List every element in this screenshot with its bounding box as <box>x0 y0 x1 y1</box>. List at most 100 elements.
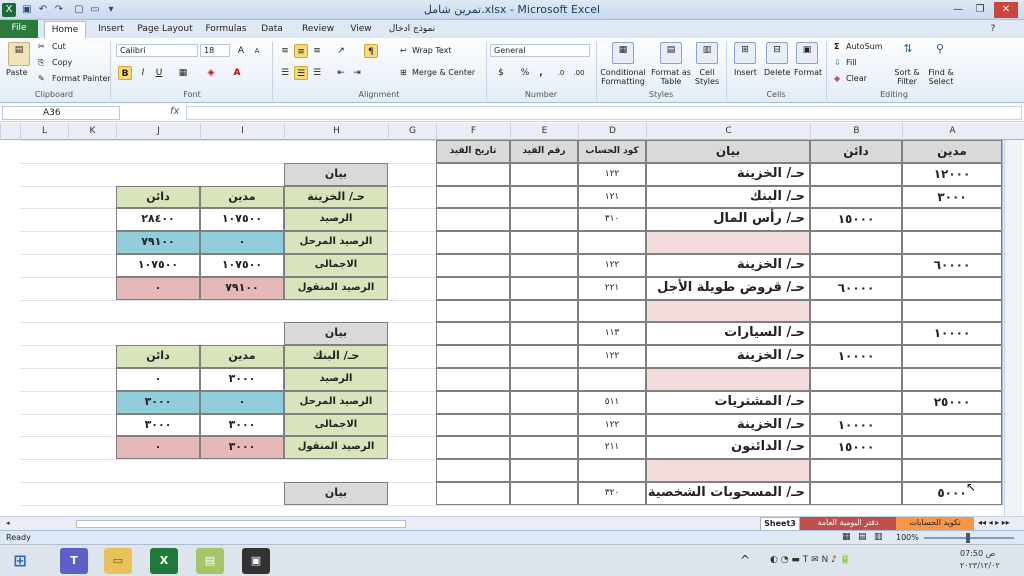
journal-debit[interactable]: ١٠٠٠٠ <box>902 322 1002 346</box>
journal-credit[interactable] <box>810 231 902 254</box>
journal-entry-number[interactable] <box>510 208 578 232</box>
ledger-debit-header[interactable]: مدين <box>200 345 284 368</box>
ledger-credit-value[interactable]: ٠ <box>116 436 200 460</box>
journal-credit[interactable]: ١٥٠٠٠ <box>810 436 902 460</box>
journal-account-code[interactable] <box>578 299 646 323</box>
journal-entry-date[interactable] <box>436 162 510 186</box>
column-header[interactable]: A <box>902 123 1002 140</box>
tab-file[interactable]: File <box>0 20 38 38</box>
name-box[interactable]: A36 <box>2 106 120 120</box>
ledger-credit-value[interactable]: ٧٩١٠٠ <box>116 231 200 254</box>
ledger-credit-value[interactable]: ٠ <box>116 368 200 391</box>
ledger-credit-value[interactable]: ٣٠٠٠ <box>116 390 200 414</box>
tab-data[interactable]: Data <box>256 21 288 38</box>
scroll-left-icon[interactable]: ◂ <box>6 519 12 529</box>
sheet-tab[interactable]: دفتر اليومية العامة <box>800 517 896 531</box>
cut-button[interactable]: Cut <box>52 42 66 51</box>
journal-account-code[interactable]: ٣٢٠ <box>578 482 646 505</box>
ledger-row-label[interactable]: الرصيد المرحل <box>284 231 388 254</box>
journal-credit[interactable] <box>810 299 902 323</box>
journal-credit[interactable] <box>810 390 902 414</box>
journal-debit[interactable]: ٦٠٠٠٠ <box>902 254 1002 277</box>
cut-icon[interactable]: ✂ <box>38 42 45 51</box>
journal-entry-date[interactable] <box>436 254 510 277</box>
column-header[interactable]: L <box>20 123 68 140</box>
journal-entry-number[interactable] <box>510 390 578 414</box>
journal-entry-number[interactable] <box>510 231 578 254</box>
journal-entry-date[interactable] <box>436 368 510 391</box>
copy-icon[interactable]: ⎘ <box>38 58 44 68</box>
journal-account-code[interactable]: ١١٣ <box>578 322 646 346</box>
vertical-scrollbar[interactable] <box>1004 140 1022 516</box>
tray-icons[interactable]: ◐ ◔ ▬ T ✉ N ♪ 🔋 <box>770 555 851 565</box>
journal-description[interactable]: حـ/ الخزينة <box>646 345 810 368</box>
autosum-button[interactable]: AutoSum <box>846 42 883 51</box>
increase-indent-icon[interactable]: ⇥ <box>350 66 364 80</box>
sheet-tab[interactable]: Sheet3 <box>760 517 800 531</box>
wrap-text-icon[interactable]: ↩ <box>400 46 407 55</box>
ledger-title[interactable]: بيان <box>284 162 388 186</box>
journal-debit[interactable] <box>902 299 1002 323</box>
conditional-formatting-icon[interactable]: ▦ <box>612 42 634 64</box>
journal-debit[interactable] <box>902 436 1002 460</box>
sort-filter-icon[interactable]: ⇅ <box>898 42 918 64</box>
journal-description[interactable]: حـ/ رأس المال <box>646 208 810 232</box>
column-header[interactable]: D <box>578 123 646 140</box>
journal-entry-date[interactable] <box>436 231 510 254</box>
close-button[interactable]: ✕ <box>994 2 1018 18</box>
journal-debit[interactable] <box>902 459 1002 482</box>
ledger-credit-header[interactable]: دائن <box>116 185 200 209</box>
ledger-debit-value[interactable]: ٠ <box>200 231 284 254</box>
align-top-icon[interactable]: ≡ <box>278 44 292 58</box>
cell-styles-button[interactable]: Cell Styles <box>692 68 722 86</box>
journal-credit[interactable] <box>810 459 902 482</box>
journal-description[interactable]: حـ/ السيارات <box>646 322 810 346</box>
journal-description[interactable]: حـ/ الخزينة <box>646 162 810 186</box>
font-size-select[interactable]: 18 <box>200 44 230 57</box>
italic-button[interactable]: I <box>136 66 150 80</box>
conditional-formatting-button[interactable]: Conditional Formatting <box>600 68 646 86</box>
maximize-button[interactable]: ❐ <box>972 2 988 18</box>
ledger-row-label[interactable]: الرصيد المرحل <box>284 390 388 414</box>
journal-description[interactable]: حـ/ البنك <box>646 185 810 209</box>
journal-entry-number[interactable] <box>510 368 578 391</box>
format-painter-button[interactable]: Format Painter <box>52 74 111 83</box>
journal-account-code[interactable]: ٣١٠ <box>578 208 646 232</box>
decrease-decimal-icon[interactable]: .00 <box>572 66 586 80</box>
journal-description[interactable] <box>646 231 810 254</box>
journal-header[interactable]: بيان <box>646 140 810 163</box>
ledger-row-label[interactable]: الرصيد المنقول <box>284 276 388 300</box>
ledger-row-label[interactable]: الاجمالى <box>284 254 388 277</box>
fill-color-icon[interactable]: ◈ <box>204 66 218 80</box>
decrease-indent-icon[interactable]: ⇤ <box>334 66 348 80</box>
tab-formulas[interactable]: Formulas <box>202 21 250 38</box>
column-header[interactable]: H <box>284 123 388 140</box>
ledger-debit-value[interactable]: ٣٠٠٠ <box>200 413 284 437</box>
journal-debit[interactable] <box>902 208 1002 232</box>
journal-header[interactable]: مدين <box>902 140 1002 163</box>
insert-function-icon[interactable]: fx <box>170 106 179 117</box>
tab-review[interactable]: Review <box>298 21 338 38</box>
grow-font-icon[interactable]: A <box>234 44 248 58</box>
journal-description[interactable] <box>646 299 810 323</box>
clear-button[interactable]: Clear <box>846 74 867 83</box>
journal-entry-date[interactable] <box>436 390 510 414</box>
ledger-row-label[interactable]: الرصيد <box>284 208 388 232</box>
journal-account-code[interactable]: ١٢٢ <box>578 162 646 186</box>
journal-account-code[interactable]: ٢٢١ <box>578 276 646 300</box>
journal-entry-number[interactable] <box>510 482 578 505</box>
journal-account-code[interactable] <box>578 459 646 482</box>
app-taskbar-icon[interactable]: ▤ <box>196 548 224 574</box>
journal-description[interactable] <box>646 459 810 482</box>
delete-cells-button[interactable]: Delete <box>764 68 790 77</box>
ledger-credit-header[interactable]: دائن <box>116 345 200 368</box>
ledger-debit-value[interactable]: ١٠٧٥٠٠ <box>200 208 284 232</box>
zoom-level[interactable]: 100% <box>896 533 919 542</box>
ledger-account[interactable]: حـ/ الخزينة <box>284 185 388 209</box>
zoom-slider-thumb[interactable] <box>966 533 970 543</box>
tray-expand-icon[interactable]: ^ <box>740 553 750 567</box>
journal-entry-number[interactable] <box>510 345 578 368</box>
journal-description[interactable]: حـ/ قروض طويلة الأجل <box>646 276 810 300</box>
journal-entry-date[interactable] <box>436 482 510 505</box>
journal-header[interactable]: رقم القيد <box>510 140 578 163</box>
